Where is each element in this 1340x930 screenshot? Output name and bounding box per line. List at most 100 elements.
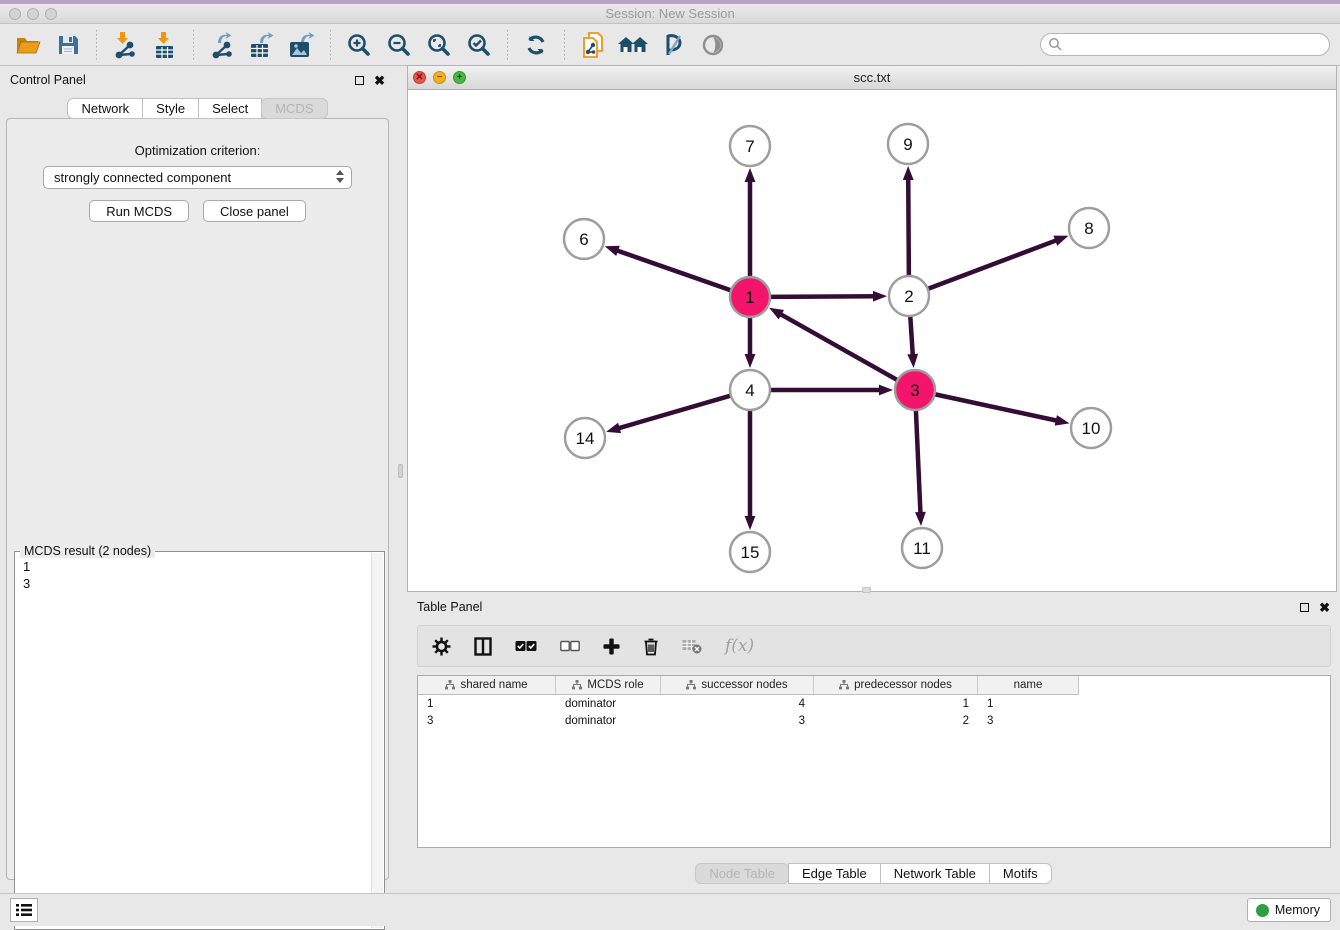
zoom-out-button[interactable] — [382, 28, 416, 62]
first-neighbors-button[interactable] — [616, 28, 650, 62]
graph-node-label: 9 — [903, 135, 912, 154]
open-file-button[interactable] — [11, 28, 45, 62]
main-toolbar — [0, 24, 1340, 66]
close-panel-button[interactable]: Close panel — [203, 200, 306, 222]
import-table-button[interactable] — [148, 28, 182, 62]
export-table-button[interactable] — [245, 28, 279, 62]
task-history-button[interactable] — [10, 898, 38, 922]
network-title: scc.txt — [408, 70, 1336, 85]
graph-edge-1-6[interactable] — [614, 250, 732, 291]
show-graphics-details-button[interactable] — [656, 28, 690, 62]
network-graph[interactable]: 7968124314101511 — [408, 90, 1336, 591]
table-panel: Table Panel ✖ — [407, 595, 1340, 888]
table-cell: 3 — [661, 715, 814, 727]
render-eye-button[interactable] — [696, 28, 730, 62]
delete-row-button[interactable] — [643, 634, 659, 658]
graph-node-label: 15 — [741, 543, 760, 562]
gear-icon — [432, 637, 451, 656]
graph-edge-3-1[interactable] — [778, 313, 899, 381]
graph-edge-arrow — [769, 308, 784, 320]
refresh-icon — [523, 32, 549, 58]
eye-icon — [699, 32, 727, 58]
table-cell: 3 — [978, 715, 1079, 727]
graph-node-label: 11 — [913, 539, 931, 558]
graph-node-label: 8 — [1084, 219, 1093, 238]
graph-edge-arrow — [903, 166, 914, 180]
select-all-button[interactable] — [515, 634, 537, 658]
export-network-button[interactable] — [205, 28, 239, 62]
show-columns-button[interactable] — [474, 634, 492, 658]
close-panel-icon[interactable]: ✖ — [374, 76, 385, 85]
save-session-button[interactable] — [51, 28, 85, 62]
apply-layout-button[interactable] — [519, 28, 553, 62]
export-image-button[interactable] — [285, 28, 319, 62]
zoom-fit-button[interactable] — [422, 28, 456, 62]
window-splitter-handle[interactable] — [862, 587, 871, 593]
tab-edge-table[interactable]: Edge Table — [788, 863, 881, 884]
add-row-button[interactable] — [603, 634, 620, 658]
table-cell: 1 — [418, 698, 556, 710]
delete-table-icon — [682, 638, 702, 654]
import-table-icon — [152, 31, 178, 59]
table-cell: 3 — [418, 715, 556, 727]
graph-edge-3-11[interactable] — [916, 409, 921, 516]
close-table-panel-icon[interactable]: ✖ — [1319, 603, 1330, 612]
float-table-panel-icon[interactable] — [1300, 603, 1309, 612]
deselect-all-button[interactable] — [560, 634, 580, 658]
zoom-selected-icon — [466, 32, 492, 58]
tab-network[interactable]: Network — [67, 98, 143, 119]
criterion-value: strongly connected component — [54, 170, 231, 185]
graph-edge-arrow — [879, 385, 893, 396]
export-image-icon — [287, 31, 317, 59]
zoom-in-button[interactable] — [342, 28, 376, 62]
column-header-successor-nodes[interactable]: successor nodes — [661, 676, 814, 695]
control-panel: Control Panel ✖ NetworkStyleSelectMCDS O… — [0, 68, 395, 881]
zoom-fit-icon — [426, 32, 452, 58]
mcds-result-list[interactable]: 1 3 — [16, 553, 370, 928]
table-row[interactable]: 3dominator323 — [418, 712, 1330, 729]
tab-select[interactable]: Select — [198, 98, 262, 119]
tab-motifs[interactable]: Motifs — [989, 863, 1052, 884]
clone-network-button[interactable] — [576, 28, 610, 62]
column-header-shared-name[interactable]: shared name — [418, 676, 556, 695]
control-panel-tabs: NetworkStyleSelectMCDS — [0, 98, 395, 119]
graph-node-label: 6 — [579, 230, 588, 249]
hierarchy-icon — [445, 680, 455, 690]
table-settings-button[interactable] — [432, 634, 451, 658]
column-header-name[interactable]: name — [978, 676, 1079, 695]
graph-node-label: 10 — [1082, 419, 1101, 438]
column-header-predecessor-nodes[interactable]: predecessor nodes — [814, 676, 978, 695]
home-houses-icon — [617, 33, 649, 57]
table-row[interactable]: 1dominator411 — [418, 695, 1330, 712]
panel-splitter-handle[interactable] — [398, 464, 403, 478]
import-network-button[interactable] — [108, 28, 142, 62]
graph-edge-3-10[interactable] — [934, 394, 1060, 421]
memory-status-icon — [1256, 904, 1269, 917]
graph-edge-2-3[interactable] — [910, 315, 913, 358]
graph-edge-2-9[interactable] — [908, 176, 909, 277]
optimization-criterion-select[interactable]: strongly connected component — [43, 166, 352, 189]
graph-node-label: 2 — [904, 287, 913, 306]
tab-mcds[interactable]: MCDS — [261, 98, 327, 119]
run-mcds-button[interactable]: Run MCDS — [89, 200, 189, 222]
graph-edge-2-8[interactable] — [927, 239, 1059, 289]
tab-network-table[interactable]: Network Table — [880, 863, 990, 884]
result-scrollbar[interactable] — [371, 553, 383, 928]
global-search[interactable] — [1040, 33, 1330, 56]
network-window-titlebar[interactable]: ✕ − + scc.txt — [408, 66, 1336, 90]
zoom-selected-button[interactable] — [462, 28, 496, 62]
search-input[interactable] — [1063, 35, 1329, 54]
graph-edge-4-14[interactable] — [616, 395, 732, 429]
tab-style[interactable]: Style — [142, 98, 199, 119]
graph-edge-1-2[interactable] — [769, 296, 877, 297]
network-canvas[interactable]: 7968124314101511 — [408, 90, 1336, 591]
graph-edge-arrow — [1055, 415, 1070, 426]
table-cell: 2 — [814, 715, 978, 727]
tab-node-table[interactable]: Node Table — [695, 863, 789, 884]
column-header-MCDS-role[interactable]: MCDS role — [556, 676, 661, 695]
clone-network-icon — [580, 31, 606, 59]
memory-button[interactable]: Memory — [1247, 898, 1331, 922]
float-panel-icon[interactable] — [355, 76, 364, 85]
columns-icon — [474, 637, 492, 656]
mcds-result-group: MCDS result (2 nodes) 1 3 — [14, 551, 385, 930]
